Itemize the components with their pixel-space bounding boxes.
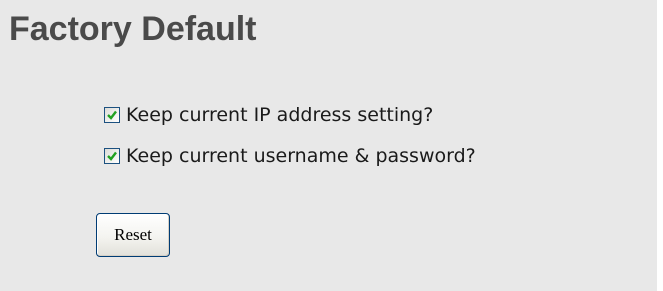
checkmark-icon [107, 151, 117, 161]
checkmark-icon [107, 110, 117, 120]
page-title: Factory Default [9, 10, 257, 48]
keep-ip-option[interactable]: Keep current IP address setting? [104, 103, 433, 127]
keep-ip-checkbox[interactable] [104, 107, 120, 123]
keep-credentials-option[interactable]: Keep current username & password? [104, 144, 476, 168]
keep-ip-label: Keep current IP address setting? [126, 104, 434, 126]
factory-default-panel: Factory Default Keep current IP address … [0, 0, 657, 291]
keep-credentials-label: Keep current username & password? [126, 145, 476, 167]
reset-button[interactable]: Reset [96, 213, 170, 257]
keep-credentials-checkbox[interactable] [104, 148, 120, 164]
